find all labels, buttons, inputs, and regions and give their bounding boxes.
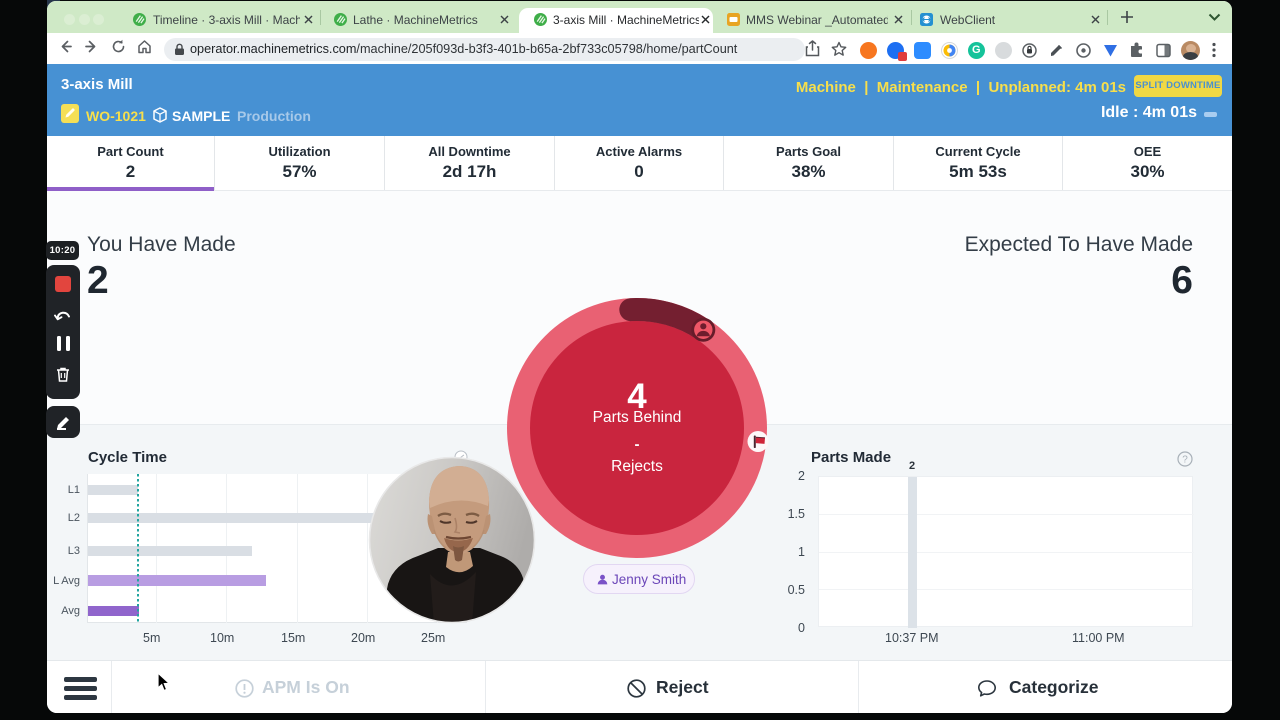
svg-text:Rejects: Rejects: [611, 458, 663, 475]
svg-text:-: -: [635, 436, 640, 453]
svg-text:Parts Behind: Parts Behind: [593, 409, 682, 426]
svg-text:?: ?: [1182, 455, 1188, 466]
